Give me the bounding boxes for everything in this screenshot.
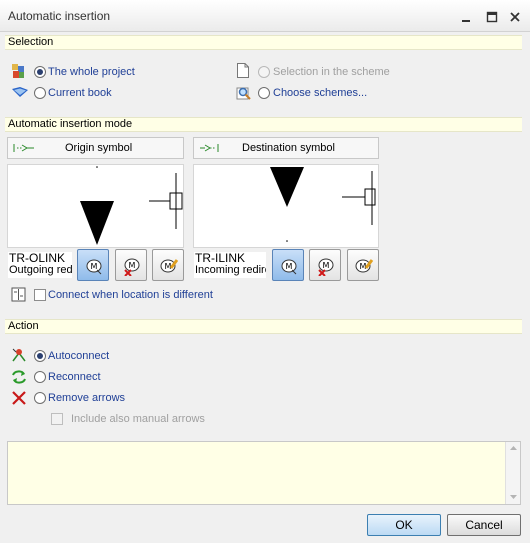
svg-text:M: M bbox=[323, 261, 330, 270]
current-book-radio[interactable] bbox=[34, 87, 46, 99]
window-title: Automatic insertion bbox=[8, 9, 111, 23]
delete-symbol-icon: M bbox=[318, 258, 334, 276]
selection-header: Selection bbox=[5, 35, 522, 50]
origin-delete-symbol-button[interactable]: M bbox=[115, 249, 147, 281]
select-symbol-icon: M bbox=[281, 259, 297, 275]
destination-symbol-name: TR-ILINK Incoming redire bbox=[194, 252, 266, 278]
svg-text:M: M bbox=[286, 262, 293, 271]
output-scrollbar[interactable] bbox=[505, 442, 520, 504]
remove-arrows-label[interactable]: Remove arrows bbox=[48, 392, 125, 404]
selection-in-scheme-radio[interactable] bbox=[258, 66, 270, 78]
scroll-up-icon bbox=[510, 446, 517, 450]
ok-button[interactable]: OK bbox=[367, 514, 441, 536]
output-textarea[interactable] bbox=[7, 441, 521, 505]
minimize-button[interactable] bbox=[459, 10, 473, 24]
insertion-mode-header: Automatic insertion mode bbox=[5, 117, 522, 132]
whole-project-label[interactable]: The whole project bbox=[48, 66, 135, 78]
origin-select-symbol-button[interactable]: M bbox=[77, 249, 109, 281]
remove-arrows-icon bbox=[11, 390, 27, 409]
origin-symbol-code: TR-OLINK bbox=[9, 252, 66, 265]
cancel-button[interactable]: Cancel bbox=[447, 514, 521, 536]
destination-link-icon bbox=[200, 144, 219, 152]
location-icon bbox=[11, 287, 26, 305]
include-manual-arrows-label: Include also manual arrows bbox=[71, 413, 205, 425]
current-book-label[interactable]: Current book bbox=[48, 87, 112, 99]
connect-location-checkbox[interactable] bbox=[34, 289, 46, 301]
destination-symbol-code: TR-ILINK bbox=[195, 252, 246, 265]
svg-text:M: M bbox=[129, 261, 136, 270]
delete-symbol-icon: M bbox=[124, 258, 140, 276]
project-icon bbox=[11, 63, 25, 82]
maximize-button[interactable] bbox=[485, 10, 499, 24]
reconnect-icon bbox=[11, 369, 27, 388]
autoconnect-icon bbox=[11, 347, 27, 366]
destination-edit-symbol-button[interactable]: M bbox=[347, 249, 379, 281]
destination-symbol-desc: Incoming redire bbox=[195, 264, 266, 276]
select-symbol-icon: M bbox=[86, 259, 102, 275]
whole-project-radio[interactable] bbox=[34, 66, 46, 78]
close-button[interactable] bbox=[508, 10, 522, 24]
destination-symbol-preview bbox=[193, 164, 379, 248]
destination-select-symbol-button[interactable]: M bbox=[272, 249, 304, 281]
origin-edit-symbol-button[interactable]: M bbox=[152, 249, 184, 281]
destination-symbol-header: Destination symbol bbox=[193, 137, 379, 159]
destination-symbol-drawing bbox=[270, 167, 376, 242]
remove-arrows-radio[interactable] bbox=[34, 392, 46, 404]
edit-symbol-icon: M bbox=[160, 259, 179, 273]
origin-symbol-header: Origin symbol bbox=[7, 137, 184, 159]
minimize-icon bbox=[462, 20, 470, 22]
close-icon bbox=[510, 12, 520, 22]
selection-in-scheme-label: Selection in the scheme bbox=[273, 66, 390, 78]
reconnect-radio[interactable] bbox=[34, 371, 46, 383]
destination-delete-symbol-button[interactable]: M bbox=[309, 249, 341, 281]
title-bar: Automatic insertion bbox=[0, 0, 530, 32]
svg-text:M: M bbox=[91, 262, 98, 271]
page-icon bbox=[236, 62, 250, 82]
connect-location-label[interactable]: Connect when location is different bbox=[48, 289, 213, 301]
origin-symbol-title: Origin symbol bbox=[65, 142, 133, 154]
choose-schemes-radio[interactable] bbox=[258, 87, 270, 99]
choose-schemes-label[interactable]: Choose schemes... bbox=[273, 87, 367, 99]
action-header: Action bbox=[5, 319, 522, 334]
autoconnect-label[interactable]: Autoconnect bbox=[48, 350, 109, 362]
reconnect-label[interactable]: Reconnect bbox=[48, 371, 101, 383]
origin-link-icon bbox=[13, 144, 34, 152]
edit-symbol-icon: M bbox=[355, 259, 374, 273]
destination-symbol-title: Destination symbol bbox=[242, 142, 335, 154]
scroll-down-icon bbox=[510, 495, 517, 499]
origin-symbol-desc: Outgoing red bbox=[9, 264, 72, 276]
include-manual-arrows-checkbox[interactable] bbox=[51, 413, 63, 425]
origin-symbol-name: TR-OLINK Outgoing red bbox=[8, 252, 72, 278]
origin-symbol-preview bbox=[7, 164, 184, 248]
origin-symbol-drawing bbox=[80, 166, 183, 245]
maximize-icon bbox=[486, 11, 498, 23]
book-icon bbox=[11, 85, 29, 102]
autoconnect-radio[interactable] bbox=[34, 350, 46, 362]
magnifier-icon bbox=[236, 85, 252, 104]
